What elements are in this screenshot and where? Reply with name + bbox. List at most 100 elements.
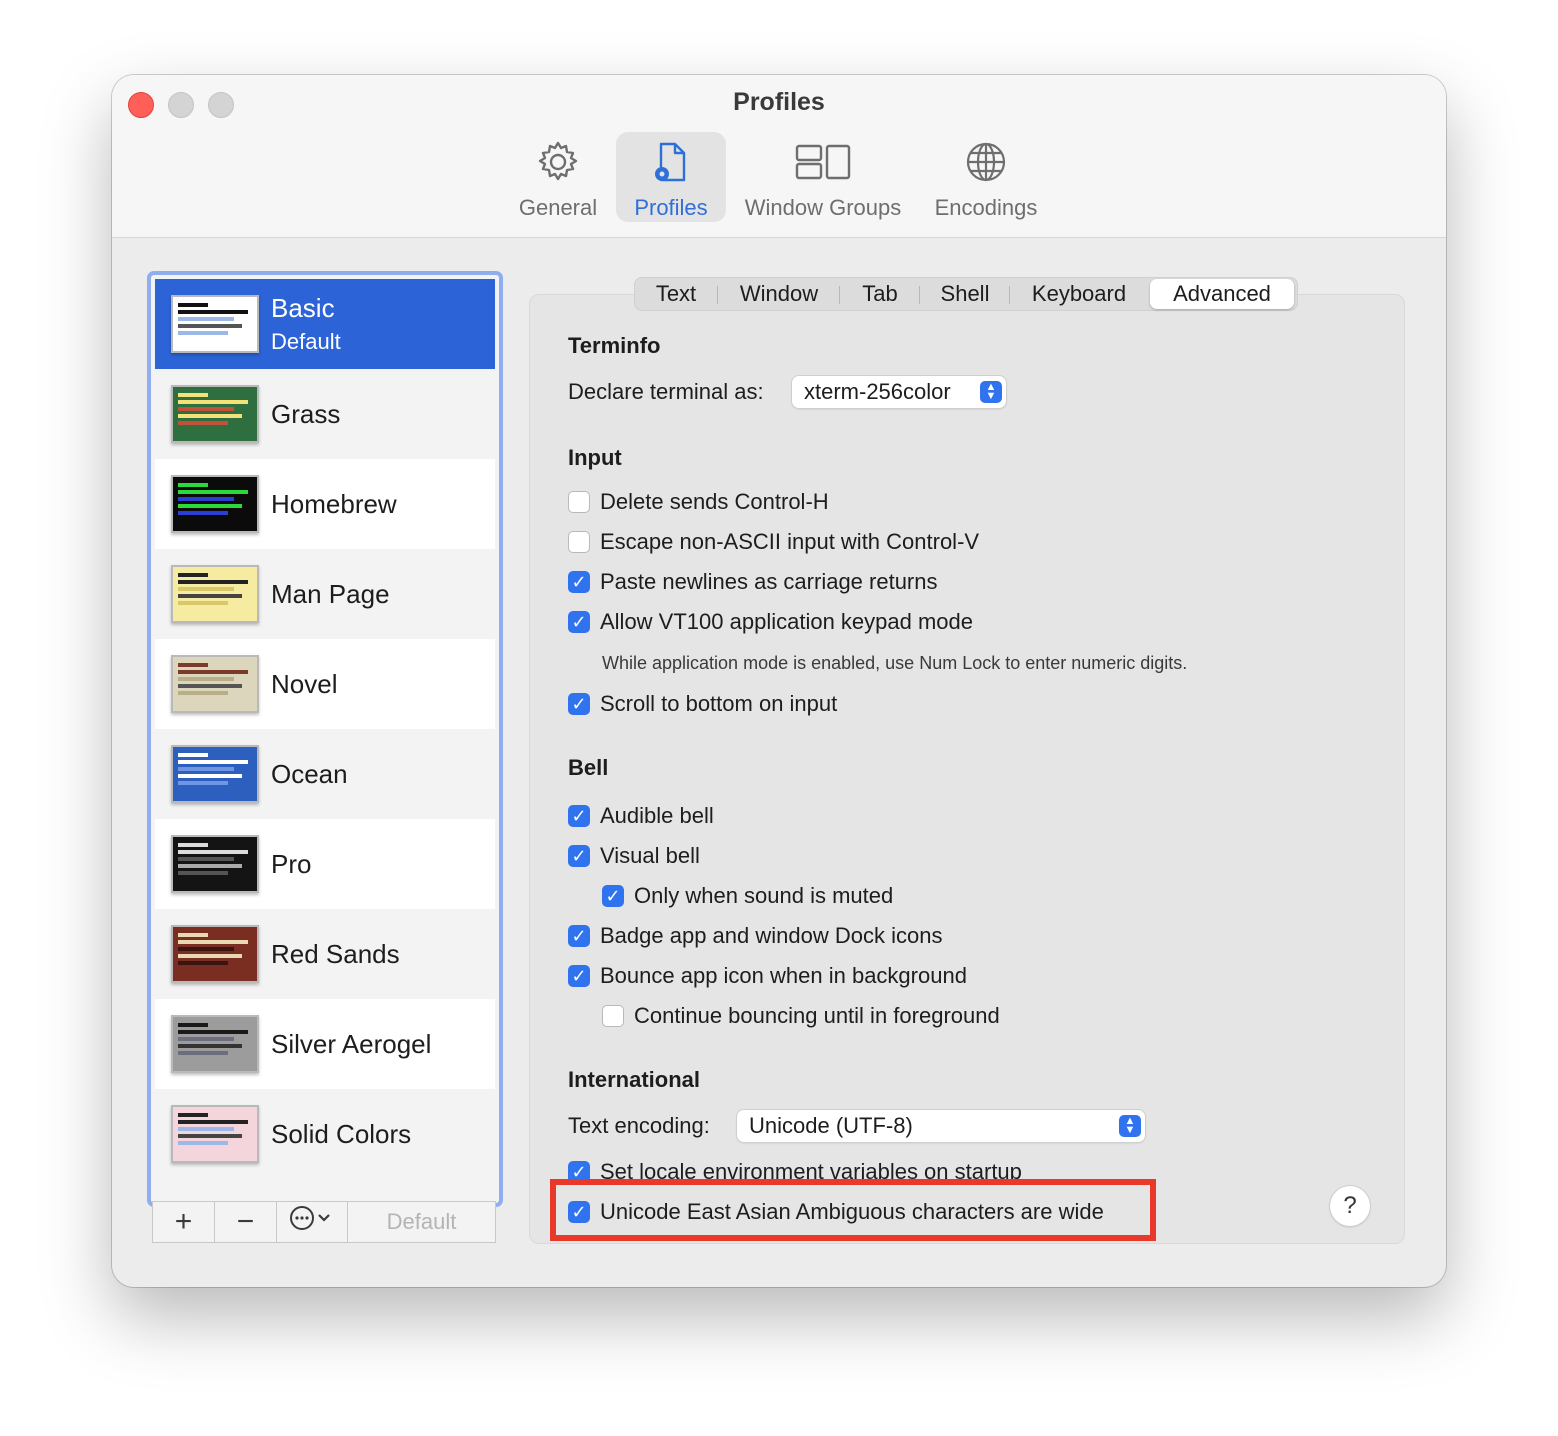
profile-thumbnail <box>171 565 259 623</box>
profile-thumbnail <box>171 295 259 353</box>
profile-thumbnail <box>171 655 259 713</box>
badge-dock-icons-checkbox[interactable]: ✓ Badge app and window Dock icons <box>568 922 942 950</box>
audible-bell-label: Audible bell <box>600 803 714 828</box>
scroll-to-bottom-checkbox[interactable]: ✓ Scroll to bottom on input <box>568 690 837 718</box>
set-locale-label: Set locale environment variables on star… <box>600 1159 1022 1179</box>
tab-tab[interactable]: Tab <box>840 279 920 309</box>
checkmark-icon: ✓ <box>602 885 624 907</box>
profile-item-silver-aerogel[interactable]: Silver Aerogel <box>155 999 495 1089</box>
text-encoding-label: Text encoding: <box>568 1113 710 1138</box>
checkmark-icon: ✓ <box>568 965 590 987</box>
audible-bell-checkbox[interactable]: ✓ Audible bell <box>568 802 714 830</box>
allow-vt100-label: Allow VT100 application keypad mode <box>600 609 974 634</box>
profile-name: Basic <box>271 293 335 323</box>
tab-shell[interactable]: Shell <box>920 279 1010 309</box>
profile-thumbnail <box>171 835 259 893</box>
settings-panel <box>529 294 1405 1244</box>
toolbar-profiles-label: Profiles <box>634 195 708 220</box>
globe-icon <box>964 132 1008 189</box>
profile-list-controls: + − Default <box>152 1201 496 1243</box>
profile-item-homebrew[interactable]: Homebrew <box>155 459 495 549</box>
profile-document-icon <box>649 132 693 189</box>
toolbar-general[interactable]: General <box>508 132 608 222</box>
continue-bouncing-label: Continue bouncing until in foreground <box>634 1003 1000 1028</box>
window-groups-icon <box>794 132 852 189</box>
checkmark-icon: ✓ <box>568 1161 590 1179</box>
profile-name: Silver Aerogel <box>271 1029 432 1059</box>
paste-newlines-checkbox[interactable]: ✓ Paste newlines as carriage returns <box>568 568 938 596</box>
allow-vt100-checkbox[interactable]: ✓ Allow VT100 application keypad mode <box>568 608 973 636</box>
profile-settings-tabs: Text Window Tab Shell Keyboard Advanced <box>634 277 1298 311</box>
input-heading: Input <box>568 445 622 470</box>
toolbar-general-label: General <box>518 195 598 220</box>
profile-item-solid-colors[interactable]: Solid Colors <box>155 1089 495 1179</box>
profile-name: Solid Colors <box>271 1119 412 1149</box>
profile-item-pro[interactable]: Pro <box>155 819 495 909</box>
profile-thumbnail <box>171 745 259 803</box>
profile-name: Red Sands <box>271 939 400 969</box>
delete-sends-ctrl-h-label: Delete sends Control-H <box>600 489 829 514</box>
tab-window[interactable]: Window <box>718 279 840 309</box>
help-button[interactable]: ? <box>1330 1186 1370 1226</box>
declare-terminal-popup[interactable]: xterm-256color ▲ ▼ <box>792 376 1006 408</box>
checkbox-unchecked <box>568 531 590 553</box>
declare-terminal-label: Declare terminal as: <box>568 379 764 404</box>
checkmark-icon: ✓ <box>568 611 590 633</box>
profile-item-red-sands[interactable]: Red Sands <box>155 909 495 999</box>
escape-non-ascii-label: Escape non-ASCII input with Control-V <box>600 529 980 554</box>
international-heading: International <box>568 1067 701 1092</box>
set-default-button[interactable]: Default <box>348 1202 495 1242</box>
profile-item-ocean[interactable]: Ocean <box>155 729 495 819</box>
escape-non-ascii-checkbox[interactable]: Escape non-ASCII input with Control-V <box>568 528 979 556</box>
tab-advanced[interactable]: Advanced <box>1150 279 1294 309</box>
toolbar-encodings[interactable]: Encodings <box>926 132 1046 222</box>
profile-item-grass[interactable]: Grass <box>155 369 495 459</box>
badge-dock-icons-label: Badge app and window Dock icons <box>600 923 943 948</box>
toolbar-encodings-label: Encodings <box>934 195 1038 220</box>
profile-list[interactable]: Basic Default Grass Homebrew Man Page No… <box>147 271 503 1207</box>
bell-heading: Bell <box>568 755 609 780</box>
toolbar-window-groups[interactable]: Window Groups <box>736 132 910 222</box>
bounce-app-icon-checkbox[interactable]: ✓ Bounce app icon when in background <box>568 962 967 990</box>
bounce-app-icon-label: Bounce app icon when in background <box>600 963 967 988</box>
delete-sends-ctrl-h-checkbox[interactable]: Delete sends Control-H <box>568 488 829 516</box>
profile-thumbnail <box>171 1105 259 1163</box>
profile-default-badge: Default <box>271 329 341 354</box>
profile-item-man-page[interactable]: Man Page <box>155 549 495 639</box>
paste-newlines-label: Paste newlines as carriage returns <box>600 569 938 594</box>
profile-item-basic[interactable]: Basic Default <box>155 279 495 369</box>
titlebar: Profiles General Profiles Window Groups … <box>112 75 1446 238</box>
profile-name: Ocean <box>271 759 348 789</box>
add-profile-button[interactable]: + <box>153 1202 215 1242</box>
text-encoding-popup[interactable]: Unicode (UTF-8) ▲ ▼ <box>737 1110 1145 1142</box>
ellipsis-circle-icon <box>289 1204 335 1240</box>
declare-terminal-value: xterm-256color <box>804 379 951 404</box>
checkbox-unchecked <box>602 1005 624 1027</box>
profile-thumbnail <box>171 475 259 533</box>
highlight-annotation-box <box>550 1179 1156 1241</box>
profile-name: Grass <box>271 399 341 429</box>
profile-item-novel[interactable]: Novel <box>155 639 495 729</box>
remove-profile-button[interactable]: − <box>215 1202 277 1242</box>
text-encoding-value: Unicode (UTF-8) <box>749 1113 913 1138</box>
terminfo-heading: Terminfo <box>568 333 661 358</box>
profile-thumbnail <box>171 1015 259 1073</box>
popup-stepper-icon: ▲ ▼ <box>1119 1115 1141 1137</box>
visual-bell-label: Visual bell <box>600 843 700 868</box>
tab-keyboard[interactable]: Keyboard <box>1010 279 1148 309</box>
set-locale-row-clip: ✓ Set locale environment variables on st… <box>552 1155 1252 1179</box>
preferences-window: Profiles General Profiles Window Groups … <box>112 75 1446 1287</box>
vt100-help-note: While application mode is enabled, use N… <box>602 653 1188 673</box>
only-when-muted-checkbox[interactable]: ✓ Only when sound is muted <box>602 882 893 910</box>
continue-bouncing-checkbox[interactable]: Continue bouncing until in foreground <box>602 1002 1000 1030</box>
profile-name: Homebrew <box>271 489 397 519</box>
scroll-to-bottom-label: Scroll to bottom on input <box>600 691 838 716</box>
toolbar-window-groups-label: Window Groups <box>744 195 902 220</box>
popup-stepper-icon: ▲ ▼ <box>980 381 1002 403</box>
window-title: Profiles <box>733 88 825 116</box>
profile-actions-menu-button[interactable] <box>277 1202 348 1242</box>
toolbar-profiles[interactable]: Profiles <box>616 132 726 222</box>
visual-bell-checkbox[interactable]: ✓ Visual bell <box>568 842 700 870</box>
set-locale-checkbox[interactable]: ✓ Set locale environment variables on st… <box>568 1158 1022 1179</box>
tab-text[interactable]: Text <box>634 279 718 309</box>
